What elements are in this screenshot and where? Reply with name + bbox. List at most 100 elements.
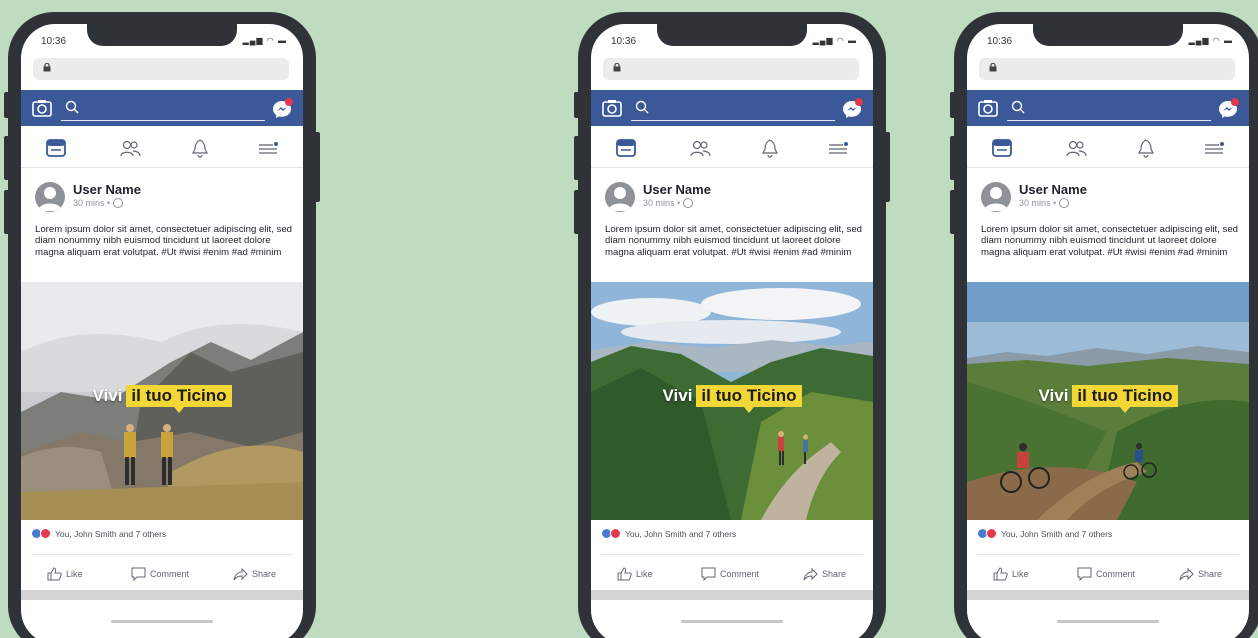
avatar[interactable] [981,182,1011,212]
navigation-tabs [967,126,1249,168]
phone-mockup-2: 10:36 ▂▄▆ ◠ ▬ User Name 30 mins • Lorem … [574,12,890,638]
post-time: 30 mins • [643,198,681,208]
comment-icon [131,567,146,581]
lock-icon [989,63,997,72]
reactions-text: You, John Smith and 7 others [625,529,737,539]
status-time: 10:36 [41,36,67,47]
post-meta: 30 mins • [73,198,124,208]
friends-icon[interactable] [119,138,141,158]
menu-icon[interactable] [827,138,849,158]
post-time: 30 mins • [1019,198,1057,208]
menu-icon[interactable] [1203,138,1225,158]
post-image[interactable]: Vivi il tuo Ticino [591,282,873,520]
news-feed-icon[interactable] [991,138,1013,158]
camera-icon[interactable] [602,99,622,117]
post-actions: Like Comment Share [967,562,1249,586]
friends-icon[interactable] [689,138,711,158]
avatar[interactable] [605,182,635,212]
home-indicator[interactable] [681,620,783,623]
reactions-text: You, John Smith and 7 others [55,529,167,539]
tagline-vivi: Vivi [662,386,693,405]
post-meta: 30 mins • [643,198,694,208]
search-icon[interactable] [65,100,79,114]
messenger-icon[interactable] [271,98,293,120]
phone-mockup-3: 10:36 ▂▄▆ ◠ ▬ User Name 30 mins • Lorem … [950,12,1258,638]
status-time: 10:36 [987,36,1013,47]
phone-mockup-1: 10:36 ▂▄▆ ◠ ▬ User Name 30 mins • Lorem … [4,12,320,638]
like-button[interactable]: Like [617,566,653,582]
reactions-summary[interactable]: You, John Smith and 7 others [977,528,1112,546]
post-actions: Like Comment Share [591,562,873,586]
signal-wifi-battery-icon: ▂▄▆ ◠ ▬ [1188,36,1233,45]
messenger-icon[interactable] [841,98,863,120]
browser-url-bar[interactable] [33,58,289,80]
avatar[interactable] [35,182,65,212]
signal-wifi-battery-icon: ▂▄▆ ◠ ▬ [242,36,287,45]
search-input[interactable] [1007,120,1211,121]
camera-icon[interactable] [978,99,998,117]
post-header: User Name 30 mins • [591,174,873,214]
news-feed-icon[interactable] [45,138,67,158]
search-input[interactable] [61,120,265,121]
reactions-text: You, John Smith and 7 others [1001,529,1113,539]
home-indicator[interactable] [1057,620,1159,623]
messenger-icon[interactable] [1217,98,1239,120]
share-icon [1179,567,1194,581]
facebook-top-bar [967,90,1249,126]
lock-icon [613,63,621,72]
notifications-icon[interactable] [1135,138,1157,158]
campaign-tagline: Vivi il tuo Ticino [967,385,1249,407]
tagline-vivi: Vivi [1038,386,1069,405]
lock-icon [43,63,51,72]
reactions-summary[interactable]: You, John Smith and 7 others [601,528,736,546]
phone-screen: 10:36 ▂▄▆ ◠ ▬ User Name 30 mins • Lorem … [21,24,303,638]
like-icon [47,567,62,581]
friends-icon[interactable] [1065,138,1087,158]
search-input[interactable] [631,120,835,121]
share-button[interactable]: Share [233,566,276,582]
post-image[interactable]: Vivi il tuo Ticino [21,282,303,520]
campaign-tagline: Vivi il tuo Ticino [21,385,303,407]
navigation-tabs [21,126,303,168]
campaign-tagline: Vivi il tuo Ticino [591,385,873,407]
comment-button[interactable]: Comment [701,566,759,582]
notifications-icon[interactable] [759,138,781,158]
like-button[interactable]: Like [47,566,83,582]
signal-wifi-battery-icon: ▂▄▆ ◠ ▬ [812,36,857,45]
news-feed-icon[interactable] [615,138,637,158]
user-name[interactable]: User Name [643,182,711,197]
comment-icon [701,567,716,581]
tagline-highlight: il tuo Ticino [126,385,232,407]
tagline-highlight: il tuo Ticino [696,385,802,407]
browser-url-bar[interactable] [603,58,859,80]
share-icon [233,567,248,581]
search-icon[interactable] [635,100,649,114]
camera-icon[interactable] [32,99,52,117]
menu-icon[interactable] [257,138,279,158]
globe-icon [683,198,694,208]
share-button[interactable]: Share [803,566,846,582]
status-time: 10:36 [611,36,637,47]
comment-button[interactable]: Comment [131,566,189,582]
search-icon[interactable] [1011,100,1025,114]
love-reaction-icon [610,528,621,539]
user-name[interactable]: User Name [1019,182,1087,197]
love-reaction-icon [986,528,997,539]
tagline-highlight: il tuo Ticino [1072,385,1178,407]
comment-icon [1077,567,1092,581]
reactions-summary[interactable]: You, John Smith and 7 others [31,528,166,546]
share-button[interactable]: Share [1179,566,1222,582]
browser-url-bar[interactable] [979,58,1235,80]
user-name[interactable]: User Name [73,182,141,197]
globe-icon [113,198,124,208]
share-icon [803,567,818,581]
like-button[interactable]: Like [993,566,1029,582]
home-indicator[interactable] [111,620,213,623]
comment-button[interactable]: Comment [1077,566,1135,582]
notifications-icon[interactable] [189,138,211,158]
tagline-vivi: Vivi [92,386,123,405]
post-image[interactable]: Vivi il tuo Ticino [967,282,1249,520]
post-meta: 30 mins • [1019,198,1070,208]
facebook-top-bar [591,90,873,126]
post-text: Lorem ipsum dolor sit amet, consectetuer… [981,224,1239,258]
